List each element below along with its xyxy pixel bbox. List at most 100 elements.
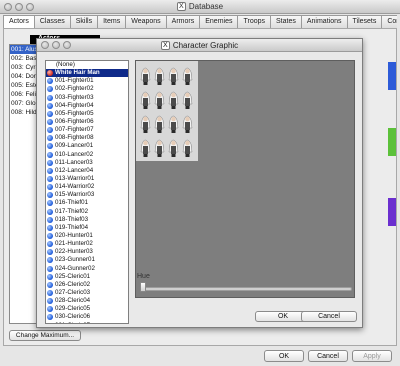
- character-list-item[interactable]: 011-Lancer03: [46, 159, 128, 167]
- tab-enemies[interactable]: Enemies: [199, 15, 239, 28]
- blue-ball-icon: [47, 273, 53, 280]
- sprite-frame: [140, 115, 151, 133]
- blue-ball-icon: [47, 306, 53, 313]
- blue-ball-icon: [47, 322, 53, 323]
- tab-armors[interactable]: Armors: [165, 15, 201, 28]
- character-list-item[interactable]: 013-Warrior01: [46, 175, 128, 183]
- character-list-item[interactable]: 029-Cleric05: [46, 305, 128, 313]
- blue-ball-icon: [47, 151, 53, 158]
- character-list-label: 012-Lancer04: [55, 166, 94, 174]
- character-list-item[interactable]: White Hair Man: [46, 69, 128, 78]
- character-list-item[interactable]: 020-Hunter01: [46, 232, 128, 240]
- character-graphic-dialog: X Character Graphic (None) White Hair Man 0…: [36, 38, 363, 328]
- list-scrollbar[interactable]: [128, 62, 129, 324]
- character-list-label: 005-Fighter05: [55, 109, 94, 117]
- character-list-item[interactable]: 024-Gunner02: [46, 265, 128, 273]
- character-list-item[interactable]: 023-Gunner01: [46, 256, 128, 264]
- sprite-frame: [168, 67, 179, 85]
- blue-ball-icon: [47, 159, 53, 166]
- sprite-frame: [182, 67, 193, 85]
- character-list-item[interactable]: 022-Hunter03: [46, 248, 128, 256]
- sprite-frame: [182, 91, 193, 109]
- apply-button[interactable]: Apply: [352, 350, 392, 362]
- blue-ball-icon: [47, 184, 53, 191]
- character-list-label: 031-Cleric07: [55, 322, 90, 324]
- blue-ball-icon: [47, 127, 53, 134]
- blue-ball-icon: [47, 110, 53, 117]
- blue-ball-icon: [47, 289, 53, 296]
- character-list-item[interactable]: 027-Cleric03: [46, 289, 128, 297]
- tab-actors[interactable]: Actors: [3, 15, 35, 28]
- blue-ball-icon: [47, 208, 53, 215]
- character-list-label: 001-Fighter01: [55, 77, 94, 85]
- character-file-list[interactable]: (None) White Hair Man 001-Fighter01 002-Fig…: [45, 60, 129, 324]
- tab-classes[interactable]: Classes: [33, 15, 71, 28]
- character-list-item[interactable]: 031-Cleric07: [46, 322, 128, 324]
- dialog-title: Character Graphic: [172, 41, 239, 50]
- character-list-label: 028-Cleric04: [55, 297, 91, 305]
- character-list-label: 013-Warrior01: [55, 174, 95, 182]
- blue-ball-icon: [47, 314, 53, 321]
- blue-ball-icon: [47, 249, 53, 256]
- character-list-label: 021-Hunter02: [55, 240, 93, 248]
- character-list-item[interactable]: 006-Fighter06: [46, 118, 128, 126]
- character-list-label: 009-Lancer01: [55, 142, 94, 150]
- blue-ball-icon: [47, 257, 53, 264]
- blue-ball-icon: [47, 118, 53, 125]
- blue-ball-icon: [47, 175, 53, 182]
- character-list-label: (None): [56, 61, 75, 68]
- tab-troops[interactable]: Troops: [237, 15, 271, 28]
- character-list-item[interactable]: 018-Thief03: [46, 216, 128, 224]
- character-list-item[interactable]: 001-Fighter01: [46, 77, 128, 85]
- character-list-item[interactable]: 015-Warrior03: [46, 191, 128, 199]
- ok-button[interactable]: OK: [264, 350, 304, 362]
- character-list-item[interactable]: 014-Warrior02: [46, 183, 128, 191]
- character-list-item[interactable]: 019-Thief04: [46, 224, 128, 232]
- character-list-item[interactable]: 025-Cleric01: [46, 273, 128, 281]
- character-list-item[interactable]: 012-Lancer04: [46, 167, 128, 175]
- sprite-frame: [140, 139, 151, 157]
- character-list-item[interactable]: 009-Lancer01: [46, 142, 128, 150]
- tab-common-events[interactable]: Common E: [381, 15, 397, 28]
- change-maximum-button[interactable]: Change Maximum...: [9, 330, 81, 341]
- blue-ball-icon: [47, 143, 53, 150]
- character-list-item[interactable]: 030-Cleric06: [46, 313, 128, 321]
- tab-items[interactable]: Items: [97, 15, 127, 28]
- character-list-label: 020-Hunter01: [55, 231, 93, 239]
- character-list-item[interactable]: 026-Cleric02: [46, 281, 128, 289]
- blue-ball-icon: [47, 94, 53, 101]
- character-list-item[interactable]: 004-Fighter04: [46, 102, 128, 110]
- tab-states[interactable]: States: [270, 15, 302, 28]
- character-list-label: 029-Cleric05: [55, 305, 91, 313]
- tab-tilesets[interactable]: Tilesets: [346, 15, 383, 28]
- character-list-item[interactable]: 028-Cleric04: [46, 297, 128, 305]
- character-list-item[interactable]: 017-Thief02: [46, 208, 128, 216]
- tab-weapons[interactable]: Weapons: [125, 15, 167, 28]
- character-list-item[interactable]: 005-Fighter05: [46, 110, 128, 118]
- character-list-item[interactable]: 008-Fighter08: [46, 134, 128, 142]
- character-list-label: 016-Thief01: [55, 199, 89, 207]
- blue-ball-icon: [47, 298, 53, 305]
- tab-animations[interactable]: Animations: [300, 15, 348, 28]
- character-list-item[interactable]: 007-Fighter07: [46, 126, 128, 134]
- blue-ball-icon: [47, 224, 53, 231]
- tab-skills[interactable]: Skills: [69, 15, 99, 28]
- character-list-item[interactable]: 002-Fighter02: [46, 85, 128, 93]
- character-list-item[interactable]: 021-Hunter02: [46, 240, 128, 248]
- character-list-item[interactable]: 003-Fighter03: [46, 94, 128, 102]
- cancel-button[interactable]: Cancel: [308, 350, 348, 362]
- character-list-item[interactable]: 010-Lancer02: [46, 151, 128, 159]
- character-list-label: 022-Hunter03: [55, 248, 93, 256]
- sprite-frame: [168, 91, 179, 109]
- character-list-item[interactable]: 016-Thief01: [46, 199, 128, 207]
- database-tabs: Actors Classes Skills Items Weapons Armors Ene…: [3, 15, 397, 29]
- hue-slider-knob[interactable]: [140, 282, 146, 292]
- hue-slider[interactable]: [142, 287, 352, 291]
- dialog-cancel-button[interactable]: Cancel: [301, 311, 357, 322]
- app-x-icon: X: [176, 2, 186, 12]
- character-preview[interactable]: [135, 60, 355, 298]
- character-list-label: 014-Warrior02: [55, 183, 95, 191]
- character-list-label: 010-Lancer02: [55, 150, 94, 158]
- blue-ball-icon: [47, 241, 53, 248]
- character-list-item[interactable]: (None): [46, 61, 128, 69]
